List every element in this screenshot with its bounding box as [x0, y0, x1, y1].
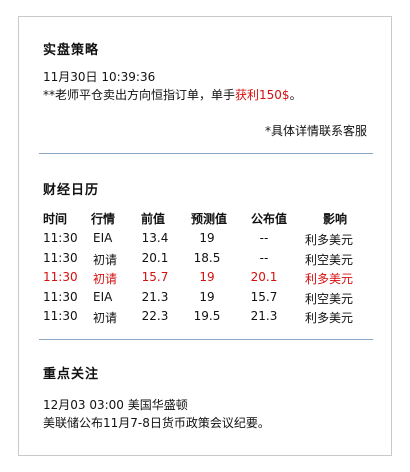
cell-forecast: 19: [199, 231, 215, 245]
cell-previous: 20.1: [141, 250, 169, 265]
calendar-header-row: 时间 行情 前值 预测值 公布值 影响: [19, 210, 393, 228]
focus-description: 美联储公布11月7-8日货币政策会议纪要。: [43, 416, 270, 430]
cell-actual: 15.7: [250, 289, 278, 304]
strategy-message: **老师平仓卖出方向恒指订单，单手获利150$。: [43, 86, 302, 103]
cell-item: EIA: [93, 231, 113, 245]
focus-date: 12月03 03:00: [43, 398, 124, 412]
cell-item: 初请: [93, 252, 118, 267]
strategy-message-suffix: 。: [289, 88, 302, 102]
cell-previous: 21.3: [141, 289, 169, 304]
strategy-note: *具体详情联系客服: [264, 124, 367, 138]
calendar-row: 11:30 初请 15.7 19 20.1 利多美元: [19, 270, 393, 288]
cell-previous: 22.3: [141, 309, 169, 323]
cell-forecast: 18.5: [193, 250, 221, 265]
focus-location: 美国华盛顿: [127, 398, 188, 412]
column-header-impact: 影响: [323, 212, 348, 226]
cell-previous: 13.4: [141, 231, 169, 245]
focus-datetime: 12月03 03:00 美国华盛顿: [43, 396, 188, 413]
cell-item: 初请: [93, 311, 118, 325]
cell-time: 11:30: [43, 289, 78, 304]
cell-time: 11:30: [43, 270, 78, 284]
cell-impact: 利多美元: [305, 233, 354, 247]
cell-impact: 利空美元: [305, 291, 354, 306]
column-header-forecast: 预测值: [191, 212, 228, 226]
cell-forecast: 19: [199, 270, 215, 284]
cell-previous: 15.7: [141, 270, 169, 284]
info-card: 实盘策略 11月30日 10:39:36 **老师平仓卖出方向恒指订单，单手获利…: [18, 16, 392, 456]
cell-actual: 20.1: [250, 270, 278, 284]
cell-forecast: 19.5: [193, 309, 221, 323]
cell-item: EIA: [93, 289, 113, 304]
focus-title: 重点关注: [43, 367, 100, 382]
cell-impact: 利多美元: [305, 272, 354, 286]
section-divider: [39, 339, 373, 340]
cell-impact: 利多美元: [305, 311, 354, 325]
cell-time: 11:30: [43, 309, 78, 323]
cell-impact: 利空美元: [305, 252, 354, 267]
calendar-row: 11:30 初请 20.1 18.5 -- 利空美元: [19, 251, 393, 269]
column-header-previous: 前值: [141, 212, 166, 226]
cell-time: 11:30: [43, 231, 78, 245]
cell-time: 11:30: [43, 250, 78, 265]
calendar-title: 财经日历: [43, 183, 100, 198]
cell-actual: --: [259, 250, 269, 265]
calendar-row: 11:30 EIA 13.4 19 -- 利多美元: [19, 231, 393, 249]
profit-label: 获利: [235, 88, 260, 102]
strategy-timestamp: 11月30日 10:39:36: [43, 70, 156, 84]
column-header-actual: 公布值: [251, 212, 288, 226]
cell-forecast: 19: [199, 289, 215, 304]
column-header-item: 行情: [91, 212, 116, 226]
column-header-time: 时间: [43, 212, 68, 226]
strategy-message-prefix: **老师平仓卖出方向恒指订单，单手: [43, 88, 236, 102]
cell-actual: 21.3: [250, 309, 278, 323]
cell-item: 初请: [93, 272, 118, 286]
section-divider: [39, 153, 373, 154]
cell-actual: --: [259, 231, 269, 245]
profit-amount: 150$: [259, 88, 290, 102]
calendar-row: 11:30 EIA 21.3 19 15.7 利空美元: [19, 290, 393, 308]
strategy-title: 实盘策略: [43, 43, 100, 58]
calendar-row: 11:30 初请 22.3 19.5 21.3 利多美元: [19, 309, 393, 327]
